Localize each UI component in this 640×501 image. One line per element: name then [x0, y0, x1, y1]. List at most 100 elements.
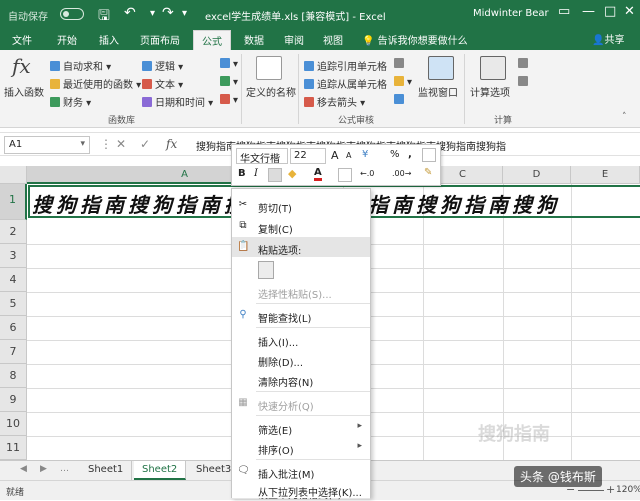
row-header-7[interactable]: 7: [0, 340, 27, 364]
decrease-decimal-button[interactable]: .00→: [392, 169, 411, 178]
autosave-toggle[interactable]: [60, 8, 84, 20]
menu-item-smart-lookup[interactable]: ⚲ 智能查找(L): [232, 305, 370, 325]
close-icon[interactable]: ✕: [624, 4, 635, 19]
menu-item-pick-from-list[interactable]: 从下拉列表中选择(K)...: [232, 480, 370, 499]
text-button[interactable]: 文本 ▾: [142, 76, 183, 91]
tab-review[interactable]: 审阅: [284, 32, 304, 47]
show-formulas-icon[interactable]: [394, 58, 407, 70]
tab-insert[interactable]: 插入: [99, 32, 119, 47]
menu-item-delete[interactable]: 删除(D)...: [232, 349, 370, 369]
menu-item-copy[interactable]: ⧉ 复制(C): [232, 216, 370, 236]
trace-dependents-button[interactable]: 追踪从属单元格: [304, 76, 387, 91]
increase-decimal-button[interactable]: ←.0: [360, 169, 374, 178]
zoom-in-icon[interactable]: +: [606, 483, 615, 496]
enter-icon[interactable]: ✓: [140, 137, 150, 151]
menu-item-paste-special[interactable]: 选择性粘贴(S)...: [232, 281, 370, 301]
tab-home[interactable]: 开始: [57, 32, 77, 47]
paste-option-icon[interactable]: [258, 261, 274, 279]
name-box[interactable]: A1: [4, 136, 90, 154]
menu-item-cut[interactable]: ✂ 剪切(T): [232, 195, 370, 215]
row-header-3[interactable]: 3: [0, 244, 27, 268]
insert-function-button[interactable]: 插入函数: [4, 84, 44, 99]
font-size-combo[interactable]: 22: [290, 148, 326, 164]
logical-button[interactable]: 逻辑 ▾: [142, 58, 183, 73]
more-functions-button[interactable]: ▾: [220, 94, 238, 106]
tell-me-search[interactable]: 💡 告诉我你想要做什么: [362, 32, 468, 47]
zoom-slider[interactable]: [578, 490, 604, 491]
menu-item-filter[interactable]: 筛选(E) ▸: [232, 417, 370, 437]
column-header-d[interactable]: D: [503, 166, 571, 184]
brush-icon[interactable]: ✎: [424, 167, 432, 178]
menu-item-insert[interactable]: 插入(I)...: [232, 329, 370, 349]
accounting-format-button[interactable]: ¥: [362, 149, 368, 160]
calculate-now-icon[interactable]: [518, 58, 531, 70]
financial-button[interactable]: 财务 ▾: [50, 94, 91, 109]
tab-file[interactable]: 文件: [12, 32, 32, 47]
row-header-11[interactable]: 11: [0, 436, 27, 460]
sheet-tab-sheet1[interactable]: Sheet1: [80, 461, 133, 480]
undo-dropdown-icon[interactable]: ▾: [150, 8, 155, 19]
borders-icon[interactable]: [338, 168, 352, 182]
sheet-tab-sheet2[interactable]: Sheet2: [134, 461, 187, 480]
remove-arrows-button[interactable]: 移去箭头 ▾: [304, 94, 365, 109]
lookup-button[interactable]: ▾: [220, 58, 238, 70]
font-color-button[interactable]: A: [314, 167, 322, 181]
bold-button[interactable]: B: [238, 168, 246, 179]
math-button[interactable]: ▾: [220, 76, 238, 88]
row-header-4[interactable]: 4: [0, 268, 27, 292]
insert-function-icon[interactable]: fx: [166, 137, 177, 151]
tab-page-layout[interactable]: 页面布局: [140, 32, 180, 47]
prev-sheet-icon[interactable]: ◀: [20, 464, 27, 474]
italic-button[interactable]: I: [254, 168, 258, 179]
recent-functions-button[interactable]: 最近使用的函数 ▾: [50, 76, 141, 91]
calculation-options-button[interactable]: 计算选项: [470, 84, 510, 99]
user-name[interactable]: Midwinter Bear: [473, 8, 549, 19]
undo-icon[interactable]: ↶: [124, 5, 136, 21]
share-button[interactable]: 👤共享: [592, 31, 624, 46]
redo-icon[interactable]: ↷: [162, 5, 174, 21]
evaluate-formula-icon[interactable]: [394, 94, 407, 106]
select-all-corner[interactable]: [0, 166, 27, 184]
shrink-font-button[interactable]: A: [346, 151, 351, 160]
watch-window-button[interactable]: 监视窗口: [418, 84, 458, 99]
calculate-sheet-icon[interactable]: [518, 76, 531, 88]
tab-data[interactable]: 数据: [244, 32, 264, 47]
menu-item-quick-analysis[interactable]: ▦ 快速分析(Q): [232, 393, 370, 413]
datetime-button[interactable]: 日期和时间 ▾: [142, 94, 213, 109]
row-header-2[interactable]: 2: [0, 220, 27, 244]
format-painter-icon[interactable]: [422, 148, 436, 162]
tab-formulas[interactable]: 公式: [193, 30, 231, 50]
align-center-icon[interactable]: [268, 168, 282, 182]
ribbon-display-icon[interactable]: ▭: [558, 4, 570, 19]
collapse-ribbon-icon[interactable]: ˄: [622, 112, 627, 122]
next-sheet-icon[interactable]: ▶: [40, 464, 47, 474]
error-checking-icon[interactable]: ▾: [394, 76, 412, 88]
minimize-icon[interactable]: —: [582, 4, 595, 19]
fill-color-icon[interactable]: ◆: [288, 167, 296, 180]
more-sheets-icon[interactable]: …: [60, 464, 69, 474]
cancel-icon[interactable]: ✕: [116, 137, 126, 151]
trace-precedents-button[interactable]: 追踪引用单元格: [304, 58, 387, 73]
menu-item-insert-comment[interactable]: 🗨 插入批注(M): [232, 461, 370, 481]
row-header-10[interactable]: 10: [0, 412, 27, 436]
font-name-combo[interactable]: 华文行楷: [236, 148, 288, 165]
comma-style-button[interactable]: ,: [408, 149, 412, 160]
row-header-8[interactable]: 8: [0, 364, 27, 388]
row-header-9[interactable]: 9: [0, 388, 27, 412]
defined-names-button[interactable]: 定义的名称: [246, 84, 296, 99]
row-header-6[interactable]: 6: [0, 316, 27, 340]
menu-item-sort[interactable]: 排序(O) ▸: [232, 437, 370, 457]
fx-icon[interactable]: fx: [12, 54, 31, 78]
row-header-1[interactable]: 1: [0, 184, 27, 220]
column-header-e[interactable]: E: [571, 166, 640, 184]
maximize-icon[interactable]: □: [604, 4, 616, 19]
save-icon[interactable]: 🖫: [98, 5, 110, 29]
percent-style-button[interactable]: %: [390, 149, 400, 160]
menu-item-clear-contents[interactable]: 清除内容(N): [232, 369, 370, 389]
row-header-5[interactable]: 5: [0, 292, 27, 316]
autosum-button[interactable]: 自动求和 ▾: [50, 58, 111, 73]
zoom-level[interactable]: 120%: [616, 485, 640, 495]
tab-view[interactable]: 视图: [323, 32, 343, 47]
grow-font-button[interactable]: A: [331, 149, 339, 162]
customize-qat-icon[interactable]: ▾: [182, 8, 187, 19]
